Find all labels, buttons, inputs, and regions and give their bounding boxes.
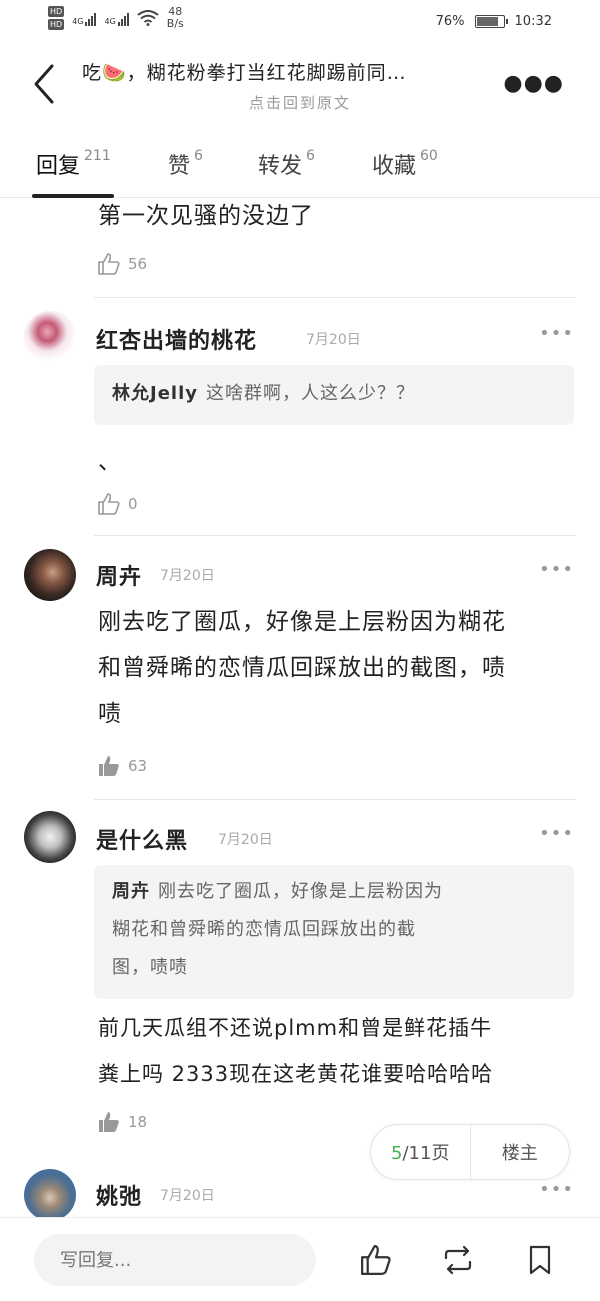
- thumbs-up-filled-icon: [99, 1112, 119, 1132]
- quoted-reply[interactable]: 周卉 刚去吃了圈瓜，好像是上层粉因为 糊花和曾舜晞的恋情瓜回踩放出的截 图，啧啧: [94, 865, 574, 999]
- tab-favorites[interactable]: 收藏 60: [372, 148, 438, 180]
- avatar[interactable]: [24, 311, 76, 363]
- more-icon[interactable]: •••: [539, 323, 574, 344]
- more-options-icon[interactable]: ●●●: [503, 73, 564, 95]
- tab-replies[interactable]: 回复 211: [36, 148, 111, 180]
- reply-text-line: 前几天瓜组不还说plmm和曾是鲜花插牛: [98, 1016, 493, 1040]
- like-button[interactable]: 18: [96, 1109, 147, 1135]
- battery-percent: 76%: [435, 14, 465, 29]
- signal-icon-1: 4G: [72, 10, 97, 26]
- more-icon[interactable]: •••: [539, 1179, 574, 1200]
- bookmark-icon: [529, 1245, 551, 1275]
- divider: [94, 535, 576, 536]
- hd-indicators: HD HD: [48, 6, 65, 30]
- reply-body: 前几天瓜组不还说plmm和曾是鲜花插牛 粪上吗 2333现在这老黄花谁要哈哈哈哈: [98, 1005, 578, 1097]
- wifi-icon: [137, 10, 159, 26]
- reply-text: 、: [98, 449, 122, 475]
- quote-text-line: 图，啧啧: [112, 957, 188, 978]
- reply-text: 第一次见骚的没边了: [98, 203, 314, 229]
- quote-text-line: 糊花和曾舜晞的恋情瓜回踩放出的截: [112, 919, 416, 940]
- username[interactable]: 红杏出墙的桃花: [96, 323, 257, 355]
- clock: 10:32: [514, 14, 552, 29]
- quote-text-line: 刚去吃了圈瓜，好像是上层粉因为: [158, 881, 443, 902]
- avatar[interactable]: [24, 811, 76, 863]
- status-bar: HD HD 4G 4G 48 B/s 76% 10:32: [0, 0, 600, 44]
- status-left: HD HD 4G 4G 48 B/s: [48, 6, 184, 30]
- username[interactable]: 姚弛: [96, 1179, 142, 1211]
- like-button[interactable]: 0: [96, 491, 138, 517]
- reply-date: 7月20日: [218, 832, 273, 848]
- divider: [94, 297, 576, 298]
- quote-author: 周卉: [112, 881, 150, 902]
- total-pages: /11页: [402, 1143, 450, 1164]
- username[interactable]: 是什么黑: [96, 823, 188, 855]
- active-tab-indicator: [32, 194, 114, 198]
- quote-author: 林允Jelly: [112, 383, 198, 404]
- reply-text-line: 粪上吗 2333现在这老黄花谁要哈哈哈哈: [98, 1062, 494, 1086]
- signal-icon-2: 4G: [104, 10, 129, 26]
- reply-text-line: 啧: [98, 701, 122, 727]
- network-speed: 48 B/s: [166, 5, 184, 30]
- tab-bar: 回复 211 赞6 转发 6 收藏 60: [0, 130, 600, 198]
- owner-only-button[interactable]: 楼主: [470, 1139, 569, 1165]
- post-header: 吃🍉，糊花粉拳打当红花脚踢前同… 点击回到原文 ●●●: [0, 44, 600, 124]
- avatar[interactable]: [24, 1169, 76, 1217]
- username[interactable]: 周卉: [96, 559, 142, 591]
- more-icon[interactable]: •••: [539, 823, 574, 844]
- reply-input[interactable]: [34, 1234, 316, 1286]
- like-button[interactable]: 56: [96, 251, 147, 277]
- tab-likes[interactable]: 赞6: [168, 148, 203, 180]
- like-count: 0: [128, 495, 138, 513]
- like-button[interactable]: 63: [96, 753, 147, 779]
- divider: [94, 799, 576, 800]
- like-post-button[interactable]: [358, 1242, 394, 1278]
- tab-reposts[interactable]: 转发 6: [258, 148, 315, 180]
- avatar[interactable]: [24, 549, 76, 601]
- repost-icon: [444, 1245, 472, 1275]
- repost-button[interactable]: [440, 1242, 476, 1278]
- hd-badge-2: HD: [48, 19, 65, 30]
- like-count: 18: [128, 1113, 148, 1131]
- quoted-reply[interactable]: 林允Jelly 这啥群啊，人这么少？？: [94, 365, 574, 425]
- current-page: 5: [391, 1143, 403, 1164]
- bottom-action-bar: [0, 1217, 600, 1301]
- reply-body: 刚去吃了圈瓜，好像是上层粉因为糊花 和曾舜晞的恋情瓜回踩放出的截图，啧 啧: [98, 599, 578, 737]
- reply-date: 7月20日: [160, 1188, 215, 1204]
- like-count: 63: [128, 757, 148, 775]
- reply-text-line: 和曾舜晞的恋情瓜回踩放出的截图，啧: [98, 655, 506, 681]
- post-title[interactable]: 吃🍉，糊花粉拳打当红花脚踢前同…: [82, 58, 492, 85]
- bookmark-button[interactable]: [522, 1242, 558, 1278]
- reply-date: 7月20日: [306, 332, 361, 348]
- pagination-control: 5/11页 楼主: [370, 1124, 570, 1180]
- reply-date: 7月20日: [160, 568, 215, 584]
- more-icon[interactable]: •••: [539, 559, 574, 580]
- quote-text: 这啥群啊，人这么少？？: [205, 383, 415, 404]
- status-right: 76% 10:32: [436, 14, 552, 29]
- thumbs-up-icon: [361, 1245, 391, 1275]
- thumbs-up-filled-icon: [99, 756, 119, 776]
- page-jump-button[interactable]: 5/11页: [371, 1139, 470, 1165]
- battery-icon: [474, 15, 508, 28]
- hd-badge-1: HD: [48, 6, 65, 17]
- reply-feed[interactable]: 第一次见骚的没边了 56 红杏出墙的桃花 7月20日 ••• 林允Jelly 这啥…: [0, 199, 600, 1217]
- thumbs-up-icon: [98, 253, 120, 275]
- reply-text-line: 刚去吃了圈瓜，好像是上层粉因为糊花: [98, 609, 506, 635]
- thumbs-up-icon: [98, 493, 120, 515]
- like-count: 56: [128, 255, 148, 273]
